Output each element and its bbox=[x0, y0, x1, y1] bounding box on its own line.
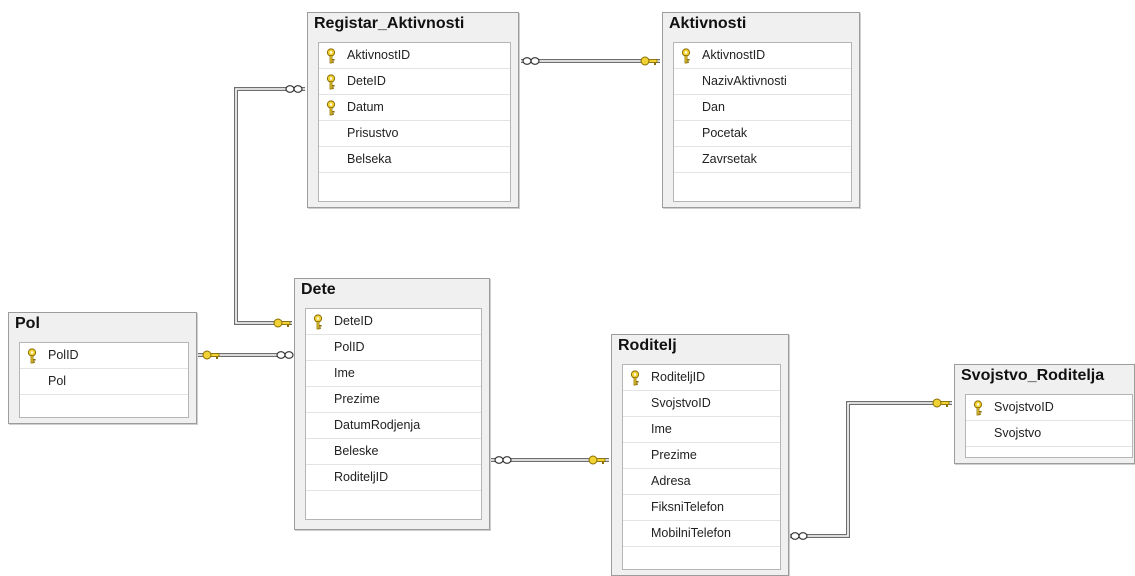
column-name: Pol bbox=[48, 374, 67, 388]
column-grid: AktivnostID NazivAktivnosti Dan Pocetak Zavr… bbox=[673, 42, 852, 202]
column-row[interactable]: Beleske bbox=[306, 439, 481, 465]
column-name: Pocetak bbox=[702, 126, 748, 140]
column-row[interactable]: Ime bbox=[623, 417, 780, 443]
column-grid: PolID Pol bbox=[19, 342, 189, 418]
table-roditelj[interactable]: Roditelj RoditeljID SvojstvoID Ime Prezime A… bbox=[611, 334, 789, 576]
column-name: Belseka bbox=[347, 152, 392, 166]
column-row[interactable]: Prezime bbox=[306, 387, 481, 413]
column-name: PolID bbox=[334, 340, 365, 354]
column-row[interactable]: Adresa bbox=[623, 469, 780, 495]
key-icon bbox=[325, 100, 337, 116]
column-grid: RoditeljID SvojstvoID Ime Prezime Adresa Fiks… bbox=[622, 364, 781, 570]
column-grid: DeteID PolID Ime Prezime DatumRodjenja Belesk… bbox=[305, 308, 482, 520]
column-name: Prezime bbox=[334, 392, 380, 406]
column-name: RoditeljID bbox=[334, 470, 389, 484]
table-title: Svojstvo_Roditelja bbox=[961, 367, 1105, 384]
column-name: RoditeljID bbox=[651, 370, 706, 384]
column-row[interactable]: PolID bbox=[20, 343, 188, 369]
column-name: Svojstvo bbox=[994, 426, 1042, 440]
column-name: Prisustvo bbox=[347, 126, 399, 140]
column-row[interactable]: Ime bbox=[306, 361, 481, 387]
table-title: Aktivnosti bbox=[669, 15, 747, 32]
key-icon bbox=[932, 398, 950, 408]
column-name: NazivAktivnosti bbox=[702, 74, 787, 88]
column-grid: SvojstvoID Svojstvo bbox=[965, 394, 1133, 458]
column-name: Ime bbox=[334, 366, 355, 380]
key-icon bbox=[312, 314, 324, 330]
column-name: SvojstvoID bbox=[994, 400, 1054, 414]
column-name: Prezime bbox=[651, 448, 697, 462]
column-name: DeteID bbox=[334, 314, 373, 328]
table-title: Pol bbox=[15, 315, 40, 332]
table-title: Roditelj bbox=[618, 337, 677, 354]
column-row[interactable]: RoditeljID bbox=[623, 365, 780, 391]
infinity-icon bbox=[522, 57, 540, 65]
column-name: AktivnostID bbox=[702, 48, 766, 62]
column-row[interactable]: DatumRodjenja bbox=[306, 413, 481, 439]
column-row[interactable]: SvojstvoID bbox=[966, 395, 1132, 421]
key-icon bbox=[26, 348, 38, 364]
column-row[interactable]: Pocetak bbox=[674, 121, 851, 147]
relationship-roditelj-svojstvo[interactable] bbox=[790, 401, 952, 538]
column-row[interactable]: RoditeljID bbox=[306, 465, 481, 491]
column-row[interactable]: FiksniTelefon bbox=[623, 495, 780, 521]
column-name: Dan bbox=[702, 100, 725, 114]
key-icon bbox=[273, 318, 291, 328]
column-name: Adresa bbox=[651, 474, 691, 488]
key-icon bbox=[640, 56, 658, 66]
column-name: Beleske bbox=[334, 444, 379, 458]
table-title: Registar_Aktivnosti bbox=[314, 15, 465, 32]
column-row[interactable]: DeteID bbox=[319, 69, 510, 95]
infinity-icon bbox=[276, 351, 294, 359]
column-row[interactable]: Zavrsetak bbox=[674, 147, 851, 173]
diagram-canvas: Registar_Aktivnosti AktivnostID DeteID Dat… bbox=[0, 0, 1135, 576]
column-grid: AktivnostID DeteID Datum Prisustvo Belseka bbox=[318, 42, 511, 202]
column-row[interactable]: NazivAktivnosti bbox=[674, 69, 851, 95]
column-name: Datum bbox=[347, 100, 384, 114]
column-row[interactable]: Prisustvo bbox=[319, 121, 510, 147]
column-row[interactable]: Belseka bbox=[319, 147, 510, 173]
infinity-icon bbox=[285, 85, 303, 93]
column-name: Zavrsetak bbox=[702, 152, 757, 166]
key-icon bbox=[202, 350, 220, 360]
key-icon bbox=[325, 74, 337, 90]
key-icon bbox=[680, 48, 692, 64]
column-name: MobilniTelefon bbox=[651, 526, 731, 540]
table-dete[interactable]: Dete DeteID PolID Ime Prezime DatumRodjenja B… bbox=[294, 278, 490, 530]
column-name: SvojstvoID bbox=[651, 396, 711, 410]
column-row[interactable]: PolID bbox=[306, 335, 481, 361]
column-name: PolID bbox=[48, 348, 79, 362]
infinity-icon bbox=[494, 456, 512, 464]
column-row[interactable]: MobilniTelefon bbox=[623, 521, 780, 547]
column-row[interactable]: Datum bbox=[319, 95, 510, 121]
key-icon bbox=[629, 370, 641, 386]
column-row[interactable]: Prezime bbox=[623, 443, 780, 469]
column-row[interactable]: Svojstvo bbox=[966, 421, 1132, 447]
infinity-icon bbox=[790, 532, 808, 540]
relationship-layer bbox=[198, 56, 952, 540]
column-name: AktivnostID bbox=[347, 48, 411, 62]
table-svojstvo-roditelja[interactable]: Svojstvo_Roditelja SvojstvoID Svojstvo bbox=[954, 364, 1135, 464]
column-row[interactable]: Dan bbox=[674, 95, 851, 121]
table-aktivnosti[interactable]: Aktivnosti AktivnostID NazivAktivnosti Dan… bbox=[662, 12, 860, 208]
table-registar-aktivnosti[interactable]: Registar_Aktivnosti AktivnostID DeteID Dat… bbox=[307, 12, 519, 208]
column-name: Ime bbox=[651, 422, 672, 436]
table-pol[interactable]: Pol PolID Pol bbox=[8, 312, 197, 424]
column-row[interactable]: DeteID bbox=[306, 309, 481, 335]
column-row[interactable]: Pol bbox=[20, 369, 188, 395]
table-title: Dete bbox=[301, 281, 336, 298]
column-row[interactable]: AktivnostID bbox=[674, 43, 851, 69]
column-name: DatumRodjenja bbox=[334, 418, 421, 432]
column-row[interactable]: SvojstvoID bbox=[623, 391, 780, 417]
key-icon bbox=[325, 48, 337, 64]
column-name: DeteID bbox=[347, 74, 386, 88]
key-icon bbox=[972, 400, 984, 416]
column-row[interactable]: AktivnostID bbox=[319, 43, 510, 69]
key-icon bbox=[588, 455, 606, 465]
column-name: FiksniTelefon bbox=[651, 500, 724, 514]
